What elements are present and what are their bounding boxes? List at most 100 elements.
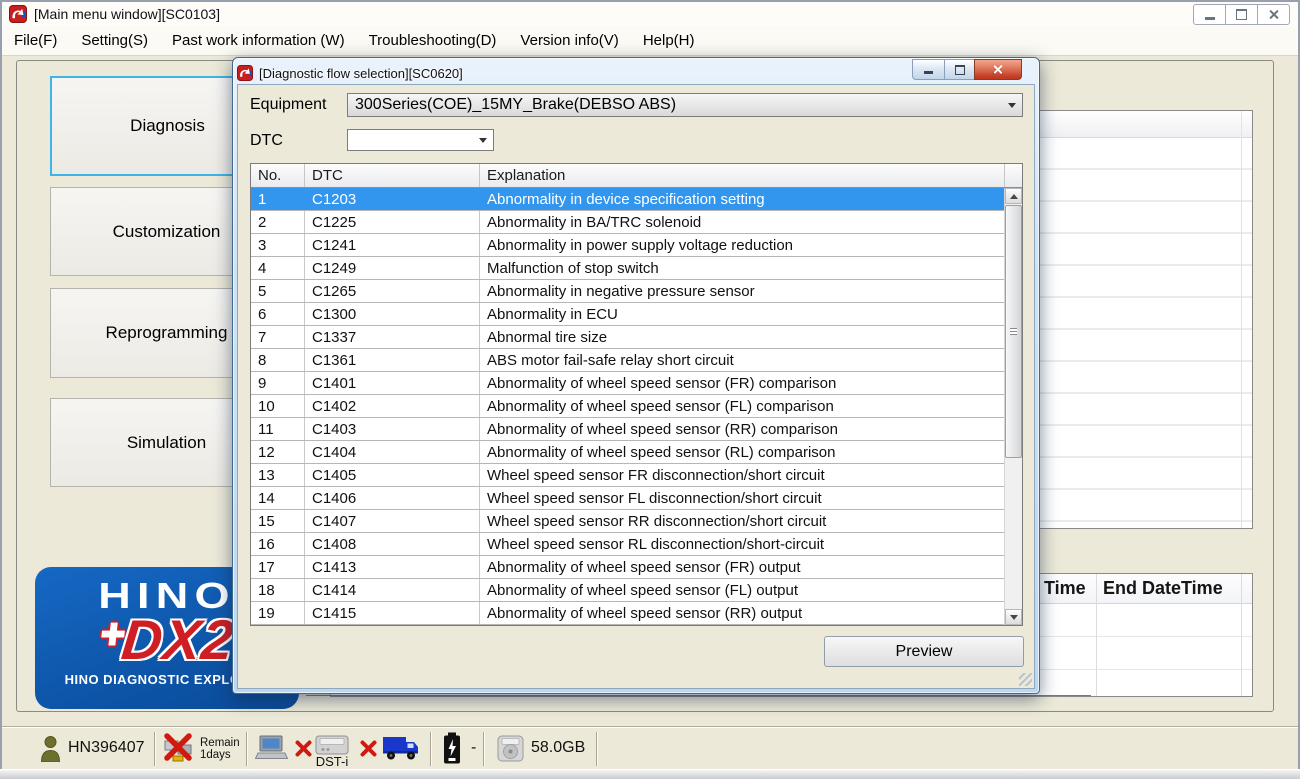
cell-no: 1 xyxy=(251,188,305,210)
cell-explanation: Wheel speed sensor RR disconnection/shor… xyxy=(480,510,1005,532)
close-button[interactable] xyxy=(1257,4,1290,25)
cell-no: 7 xyxy=(251,326,305,348)
menu-help[interactable]: Help(H) xyxy=(631,32,707,49)
table-row[interactable]: 14C1406Wheel speed sensor FL disconnecti… xyxy=(251,487,1022,510)
table-row[interactable]: 7C1337Abnormal tire size xyxy=(251,326,1022,349)
remain-days-text: Remain 1days xyxy=(200,737,240,761)
chevron-down-icon xyxy=(1008,103,1016,108)
maximize-icon xyxy=(955,65,965,75)
scrollbar-thumb[interactable] xyxy=(1005,205,1022,458)
menu-file[interactable]: File(F) xyxy=(2,32,69,49)
maximize-icon xyxy=(1236,9,1247,20)
menu-troubleshooting[interactable]: Troubleshooting(D) xyxy=(357,32,509,49)
close-icon xyxy=(1268,9,1279,20)
table-row[interactable]: 17C1413Abnormality of wheel speed sensor… xyxy=(251,556,1022,579)
cell-explanation: Abnormality of wheel speed sensor (FL) o… xyxy=(480,579,1005,601)
cell-explanation: Abnormality of wheel speed sensor (FR) c… xyxy=(480,372,1005,394)
table-row[interactable]: 12C1404Abnormality of wheel speed sensor… xyxy=(251,441,1022,464)
cell-dtc: C1249 xyxy=(305,257,480,279)
chevron-down-icon xyxy=(479,138,487,143)
table-row[interactable]: 10C1402Abnormality of wheel speed sensor… xyxy=(251,395,1022,418)
cell-dtc: C1408 xyxy=(305,533,480,555)
col-header-end-datetime[interactable]: End DateTime xyxy=(1103,578,1223,599)
background-center-panel-edge xyxy=(306,695,1091,696)
cell-no: 19 xyxy=(251,602,305,624)
cell-no: 15 xyxy=(251,510,305,532)
menu-setting[interactable]: Setting(S) xyxy=(69,32,160,49)
cell-no: 2 xyxy=(251,211,305,233)
cell-no: 17 xyxy=(251,556,305,578)
maximize-button[interactable] xyxy=(1225,4,1258,25)
table-row[interactable]: 13C1405Wheel speed sensor FR disconnecti… xyxy=(251,464,1022,487)
menu-past-work-information[interactable]: Past work information (W) xyxy=(160,32,357,49)
cell-no: 9 xyxy=(251,372,305,394)
main-window-title: [Main menu window][SC0103] xyxy=(34,6,220,22)
cell-no: 11 xyxy=(251,418,305,440)
dtc-table-header: No. DTC Explanation xyxy=(251,164,1022,188)
cell-no: 8 xyxy=(251,349,305,371)
vehicle-icon xyxy=(382,734,420,767)
table-row[interactable]: 19C1415Abnormality of wheel speed sensor… xyxy=(251,602,1022,625)
col-header-time-fragment[interactable]: Time xyxy=(1044,578,1086,599)
scroll-down-button[interactable] xyxy=(1005,609,1022,625)
dialog-resize-grip[interactable] xyxy=(1019,673,1032,686)
table-row[interactable]: 4C1249Malfunction of stop switch xyxy=(251,257,1022,280)
status-separator xyxy=(596,732,598,766)
cell-no: 13 xyxy=(251,464,305,486)
cell-dtc: C1414 xyxy=(305,579,480,601)
table-row[interactable]: 1C1203Abnormality in device specificatio… xyxy=(251,188,1022,211)
main-window-controls xyxy=(1194,4,1290,25)
table-row[interactable]: 5C1265Abnormality in negative pressure s… xyxy=(251,280,1022,303)
col-header-dtc[interactable]: DTC xyxy=(305,164,480,187)
dst-disconnected-icon xyxy=(360,740,377,757)
equipment-dropdown[interactable]: 300Series(COE)_15MY_Brake(DEBSO ABS) xyxy=(347,93,1023,117)
remain-value: 1days xyxy=(200,749,231,761)
background-result-list-column-divider xyxy=(1241,111,1242,528)
preview-button[interactable]: Preview xyxy=(824,636,1024,667)
status-bar: HN396407 Remain 1days DST-i - xyxy=(2,726,1298,771)
disk-icon xyxy=(497,735,524,767)
dialog-icon xyxy=(237,65,253,81)
dialog-minimize-button[interactable] xyxy=(912,59,945,80)
dialog-close-button[interactable] xyxy=(974,59,1022,80)
cell-explanation: Abnormal tire size xyxy=(480,326,1005,348)
scroll-up-button[interactable] xyxy=(1005,188,1022,204)
dialog-titlebar[interactable]: [Diagnostic flow selection][SC0620] xyxy=(237,62,1035,84)
diagnostic-flow-selection-dialog: [Diagnostic flow selection][SC0620] Equi… xyxy=(232,57,1040,694)
table-row[interactable]: 16C1408Wheel speed sensor RL disconnecti… xyxy=(251,533,1022,556)
col-header-no[interactable]: No. xyxy=(251,164,305,187)
menu-version-info[interactable]: Version info(V) xyxy=(508,32,630,49)
table-row[interactable]: 15C1407Wheel speed sensor RR disconnecti… xyxy=(251,510,1022,533)
vertical-scrollbar[interactable] xyxy=(1004,188,1022,625)
table-row[interactable]: 9C1401Abnormality of wheel speed sensor … xyxy=(251,372,1022,395)
cell-dtc: C1337 xyxy=(305,326,480,348)
battery-icon xyxy=(442,732,462,770)
table-row[interactable]: 3C1241Abnormality in power supply voltag… xyxy=(251,234,1022,257)
dtc-label: DTC xyxy=(250,132,283,150)
cell-explanation: Abnormality in negative pressure sensor xyxy=(480,280,1005,302)
cell-dtc: C1203 xyxy=(305,188,480,210)
table-row[interactable]: 11C1403Abnormality of wheel speed sensor… xyxy=(251,418,1022,441)
cell-no: 6 xyxy=(251,303,305,325)
col-header-explanation[interactable]: Explanation xyxy=(480,164,1005,187)
table-row[interactable]: 6C1300Abnormality in ECU xyxy=(251,303,1022,326)
table-row[interactable]: 18C1414Abnormality of wheel speed sensor… xyxy=(251,579,1022,602)
dtc-dropdown[interactable] xyxy=(347,129,494,151)
cell-explanation: Malfunction of stop switch xyxy=(480,257,1005,279)
pc-disconnected-icon xyxy=(295,740,312,757)
table-row[interactable]: 2C1225Abnormality in BA/TRC solenoid xyxy=(251,211,1022,234)
dialog-maximize-button[interactable] xyxy=(944,59,975,80)
cell-no: 16 xyxy=(251,533,305,555)
cell-dtc: C1225 xyxy=(305,211,480,233)
cell-dtc: C1361 xyxy=(305,349,480,371)
cell-explanation: Abnormality in device specification sett… xyxy=(480,188,1005,210)
table-row[interactable]: 8C1361ABS motor fail-safe relay short ci… xyxy=(251,349,1022,372)
cell-explanation: Wheel speed sensor FL disconnection/shor… xyxy=(480,487,1005,509)
minimize-icon xyxy=(1205,17,1215,20)
menu-bar: File(F) Setting(S) Past work information… xyxy=(2,26,1298,56)
status-separator xyxy=(154,732,156,766)
user-icon xyxy=(40,735,61,767)
battery-status-text: - xyxy=(471,739,476,757)
main-titlebar[interactable]: [Main menu window][SC0103] xyxy=(2,2,1298,26)
minimize-button[interactable] xyxy=(1193,4,1226,25)
